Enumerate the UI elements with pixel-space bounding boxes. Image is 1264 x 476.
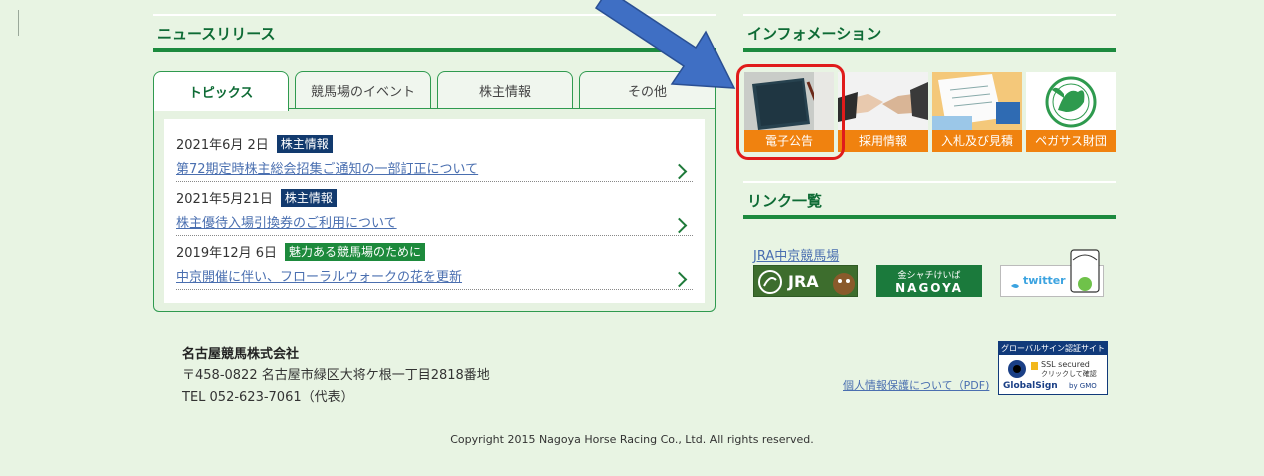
- company-name: 名古屋競馬株式会社: [182, 347, 300, 362]
- documents-image: [932, 72, 1022, 130]
- tile-bidding[interactable]: 入札及び見積: [932, 72, 1022, 152]
- pegasus-emblem-icon: [1026, 72, 1116, 130]
- info-section-header: インフォメーション: [743, 14, 1116, 52]
- tile-label: 入札及び見積: [932, 130, 1022, 152]
- nagoya-keiba-banner[interactable]: 金シャチけいば NAGOYA: [876, 265, 982, 297]
- ssl-secured-text: SSL secured: [1041, 360, 1090, 369]
- news-panel: 2021年6月 2日 株主情報 第72期定時株主総会招集ご通知の一部訂正について …: [153, 108, 716, 312]
- copyright: Copyright 2015 Nagoya Horse Racing Co., …: [450, 433, 814, 446]
- list-item: 2019年12月 6日 魅力ある競馬場のために 中京開催に伴い、フローラルウォーク…: [176, 241, 693, 290]
- nagoya-name: NAGOYA: [895, 281, 963, 295]
- company-phone: TEL 052-623-7061（代表）: [182, 390, 354, 405]
- chevron-right-icon: [671, 271, 688, 288]
- twitter-banner[interactable]: twitter: [1000, 249, 1104, 297]
- links-heading: リンク一覧: [747, 192, 823, 210]
- ssl-click-text: クリックして確認: [1041, 370, 1097, 378]
- jra-logo-text: JRA: [788, 272, 819, 291]
- nagoya-tagline: 金シャチけいば: [897, 271, 961, 281]
- jra-chukyo-link[interactable]: JRA中京競馬場: [753, 245, 839, 264]
- ssl-by: by GMO: [1069, 382, 1097, 390]
- arrow-icon: [594, 0, 736, 89]
- chevron-right-icon: [671, 163, 688, 180]
- list-item: 2021年5月21日 株主情報 株主優待入場引換券のご利用について: [176, 187, 693, 236]
- tile-label: 採用情報: [838, 130, 928, 152]
- chevron-right-icon: [671, 217, 688, 234]
- tab-topics[interactable]: トピックス: [153, 71, 289, 111]
- page-edge-marker: [18, 10, 19, 36]
- ssl-seal[interactable]: グローバルサイン認証サイト SSL secured クリックして確認 Globa…: [998, 341, 1108, 395]
- news-list: 2021年6月 2日 株主情報 第72期定時株主総会招集ご通知の一部訂正について …: [164, 119, 705, 303]
- jra-banner[interactable]: JRA: [753, 265, 858, 297]
- tile-recruitment[interactable]: 採用情報: [838, 72, 928, 152]
- list-item: 2021年6月 2日 株主情報 第72期定時株主総会招集ご通知の一部訂正について: [176, 133, 693, 182]
- info-heading: インフォメーション: [747, 25, 882, 43]
- company-address: 〒458-0822 名古屋市緑区大将ケ根一丁目2818番地: [182, 368, 490, 383]
- handshake-image: [838, 72, 928, 130]
- ssl-brand: GlobalSign: [1003, 381, 1058, 391]
- twitter-label: twitter: [1023, 274, 1066, 287]
- news-link[interactable]: 中京開催に伴い、フローラルウォークの花を更新: [176, 266, 693, 290]
- tile-pegasus-foundation[interactable]: ペガサス財団: [1026, 72, 1116, 152]
- news-date: 2019年12月 6日: [176, 246, 278, 261]
- tab-shareholders[interactable]: 株主情報: [437, 71, 573, 109]
- news-link[interactable]: 株主優待入場引換券のご利用について: [176, 212, 693, 236]
- ssl-title: グローバルサイン認証サイト: [999, 342, 1107, 355]
- news-badge: 株主情報: [280, 188, 337, 207]
- news-link[interactable]: 第72期定時株主総会招集ご通知の一部訂正について: [176, 158, 693, 182]
- news-badge: 魅力ある競馬場のために: [285, 242, 426, 261]
- tab-events[interactable]: 競馬場のイベント: [295, 71, 431, 109]
- links-section-header: リンク一覧: [743, 181, 1116, 219]
- tile-label: ペガサス財団: [1026, 130, 1116, 152]
- news-badge: 株主情報: [276, 134, 333, 153]
- news-date: 2021年5月21日: [176, 192, 273, 207]
- privacy-policy-link[interactable]: 個人情報保護について（PDF): [843, 377, 989, 393]
- news-date: 2021年6月 2日: [176, 138, 269, 153]
